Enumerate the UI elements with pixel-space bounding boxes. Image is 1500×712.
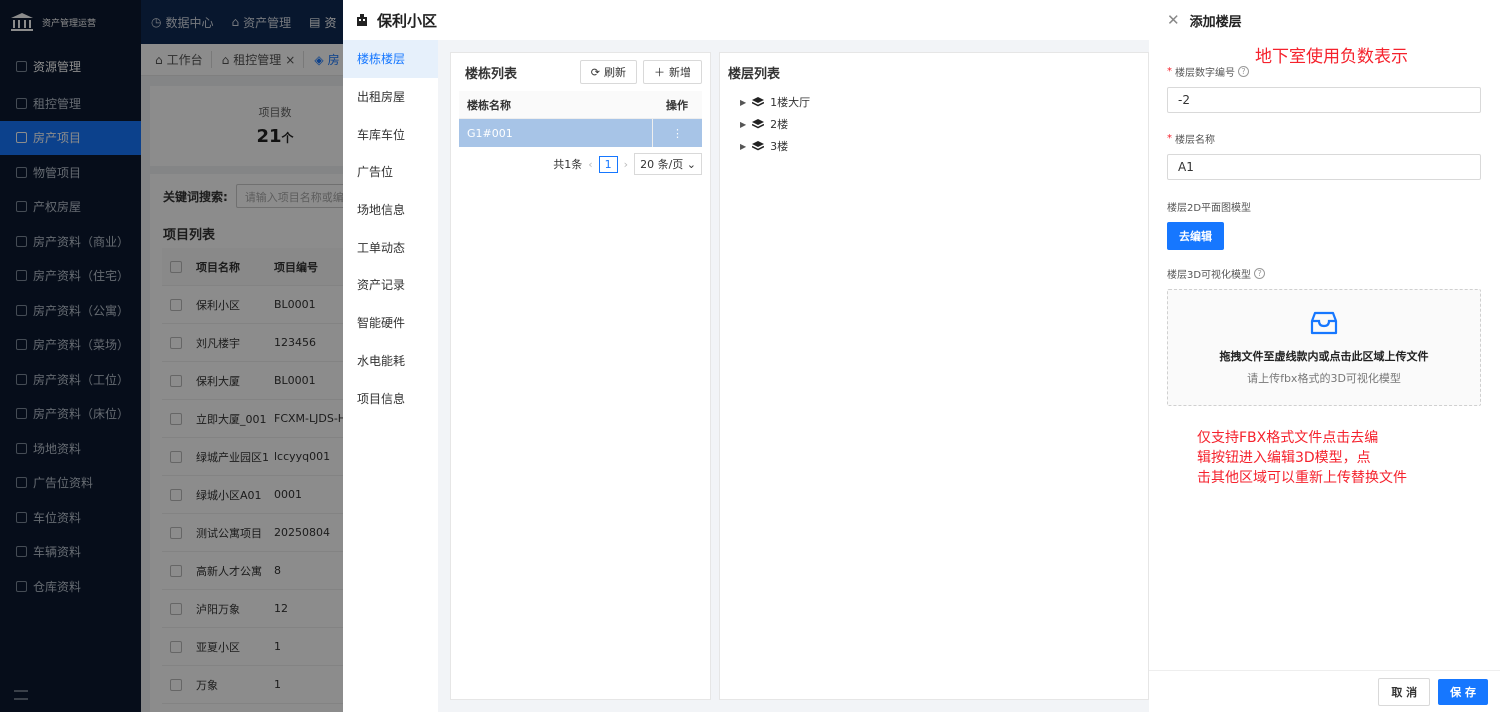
panel-nav-item[interactable]: 出租房屋 — [343, 78, 438, 116]
panel-nav-item[interactable]: 智能硬件 — [343, 304, 438, 342]
panel-header: 保利小区 — [343, 0, 1149, 40]
page-number[interactable]: 1 — [598, 155, 618, 173]
upload-text: 拖拽文件至虚线款内或点击此区域上传文件 — [1219, 349, 1429, 363]
panel-nav-item[interactable]: 项目信息 — [343, 379, 438, 417]
building-table-header: 楼栋名称 操作 — [459, 91, 702, 119]
panel-title: 保利小区 — [377, 11, 438, 30]
panel-nav: 楼栋楼层 出租房屋 车库车位 广告位 场地信息 工单动态 资产记录 智能硬件 水电能耗 项目信息 — [343, 40, 438, 712]
building-list: 楼栋列表 ⟳ 刷新 ＋新增 楼栋名称 操作 G1#001 ⋮ 共1条 ‹ 1 › … — [450, 52, 711, 700]
annotation-fbx: 仅支持FBX格式文件点击去编 辑按钮进入编辑3D模型，点 击其他区域可以重新上传… — [1197, 430, 1407, 486]
floor-name-field: * 楼层名称 A1 — [1167, 131, 1481, 180]
building-list-title: 楼栋列表 — [465, 66, 518, 82]
tree-node[interactable]: ▶ 2楼 — [720, 113, 1148, 135]
expand-icon[interactable]: ▶ — [740, 98, 746, 107]
page-size-select[interactable]: 20 条/页 ⌄ — [634, 153, 702, 175]
close-icon[interactable]: ✕ — [1167, 11, 1180, 29]
table-row[interactable]: G1#001 ⋮ — [459, 119, 702, 147]
plus-icon: ＋ — [654, 66, 665, 79]
expand-icon[interactable]: ▶ — [740, 120, 746, 129]
refresh-icon: ⟳ — [590, 65, 600, 79]
layers-icon — [752, 140, 765, 150]
expand-icon[interactable]: ▶ — [740, 142, 746, 151]
inbox-icon — [1310, 311, 1338, 334]
building-icon — [357, 14, 367, 26]
prev-page-icon[interactable]: ‹ — [588, 158, 592, 171]
upload-area[interactable]: 拖拽文件至虚线款内或点击此区域上传文件 请上传fbx格式的3D可视化模型 — [1167, 289, 1481, 406]
next-page-icon[interactable]: › — [624, 158, 628, 171]
model-3d-field: 楼层3D可视化模型? 拖拽文件至虚线款内或点击此区域上传文件 请上传fbx格式的… — [1167, 266, 1481, 406]
floor-number-field: * 楼层数字编号? -2 — [1167, 64, 1481, 113]
panel-nav-item[interactable]: 工单动态 — [343, 228, 438, 266]
panel-nav-item[interactable]: 资产记录 — [343, 266, 438, 304]
tree-node[interactable]: ▶ 1楼大厅 — [720, 91, 1148, 113]
save-button[interactable]: 保 存 — [1438, 678, 1488, 705]
drawer-title: 添加楼层 — [1189, 14, 1242, 30]
model-2d-field: 楼层2D平面图模型 去编辑 — [1167, 199, 1481, 250]
add-floor-drawer: ✕ 添加楼层 地下室使用负数表示 * 楼层数字编号? -2 * 楼层名称 A1 楼层… — [1149, 0, 1500, 712]
drawer-footer: 取 消 保 存 — [1149, 670, 1500, 712]
panel-nav-item[interactable]: 楼栋楼层 — [343, 40, 438, 78]
floor-list: 楼层列表 ▶ 1楼大厅 ▶ 2楼 ▶ 3楼 — [719, 52, 1149, 700]
pagination: 共1条 ‹ 1 › 20 条/页 ⌄ — [451, 147, 710, 181]
floor-number-input[interactable]: -2 — [1167, 87, 1481, 113]
drawer-header: ✕ 添加楼层 — [1149, 0, 1500, 40]
tree-node[interactable]: ▶ 3楼 — [720, 135, 1148, 157]
project-detail-panel: 保利小区 楼栋楼层 出租房屋 车库车位 广告位 场地信息 工单动态 资产记录 智能硬件 水电能耗… — [343, 0, 1149, 712]
cancel-button[interactable]: 取 消 — [1378, 677, 1431, 706]
layers-icon — [752, 118, 765, 128]
floor-name-input[interactable]: A1 — [1167, 154, 1481, 180]
help-icon[interactable]: ? — [1254, 268, 1266, 279]
panel-nav-item[interactable]: 水电能耗 — [343, 342, 438, 380]
add-building-button[interactable]: ＋新增 — [643, 60, 702, 84]
layers-icon — [752, 96, 765, 106]
floor-list-title: 楼层列表 — [728, 66, 781, 82]
more-actions-icon[interactable]: ⋮ — [652, 119, 702, 147]
panel-nav-item[interactable]: 场地信息 — [343, 191, 438, 229]
edit-2d-button[interactable]: 去编辑 — [1167, 222, 1224, 250]
help-icon[interactable]: ? — [1238, 66, 1249, 77]
panel-nav-item[interactable]: 广告位 — [343, 153, 438, 191]
panel-nav-item[interactable]: 车库车位 — [343, 115, 438, 153]
upload-hint: 请上传fbx格式的3D可视化模型 — [1247, 371, 1401, 385]
refresh-button[interactable]: ⟳ 刷新 — [579, 60, 637, 84]
